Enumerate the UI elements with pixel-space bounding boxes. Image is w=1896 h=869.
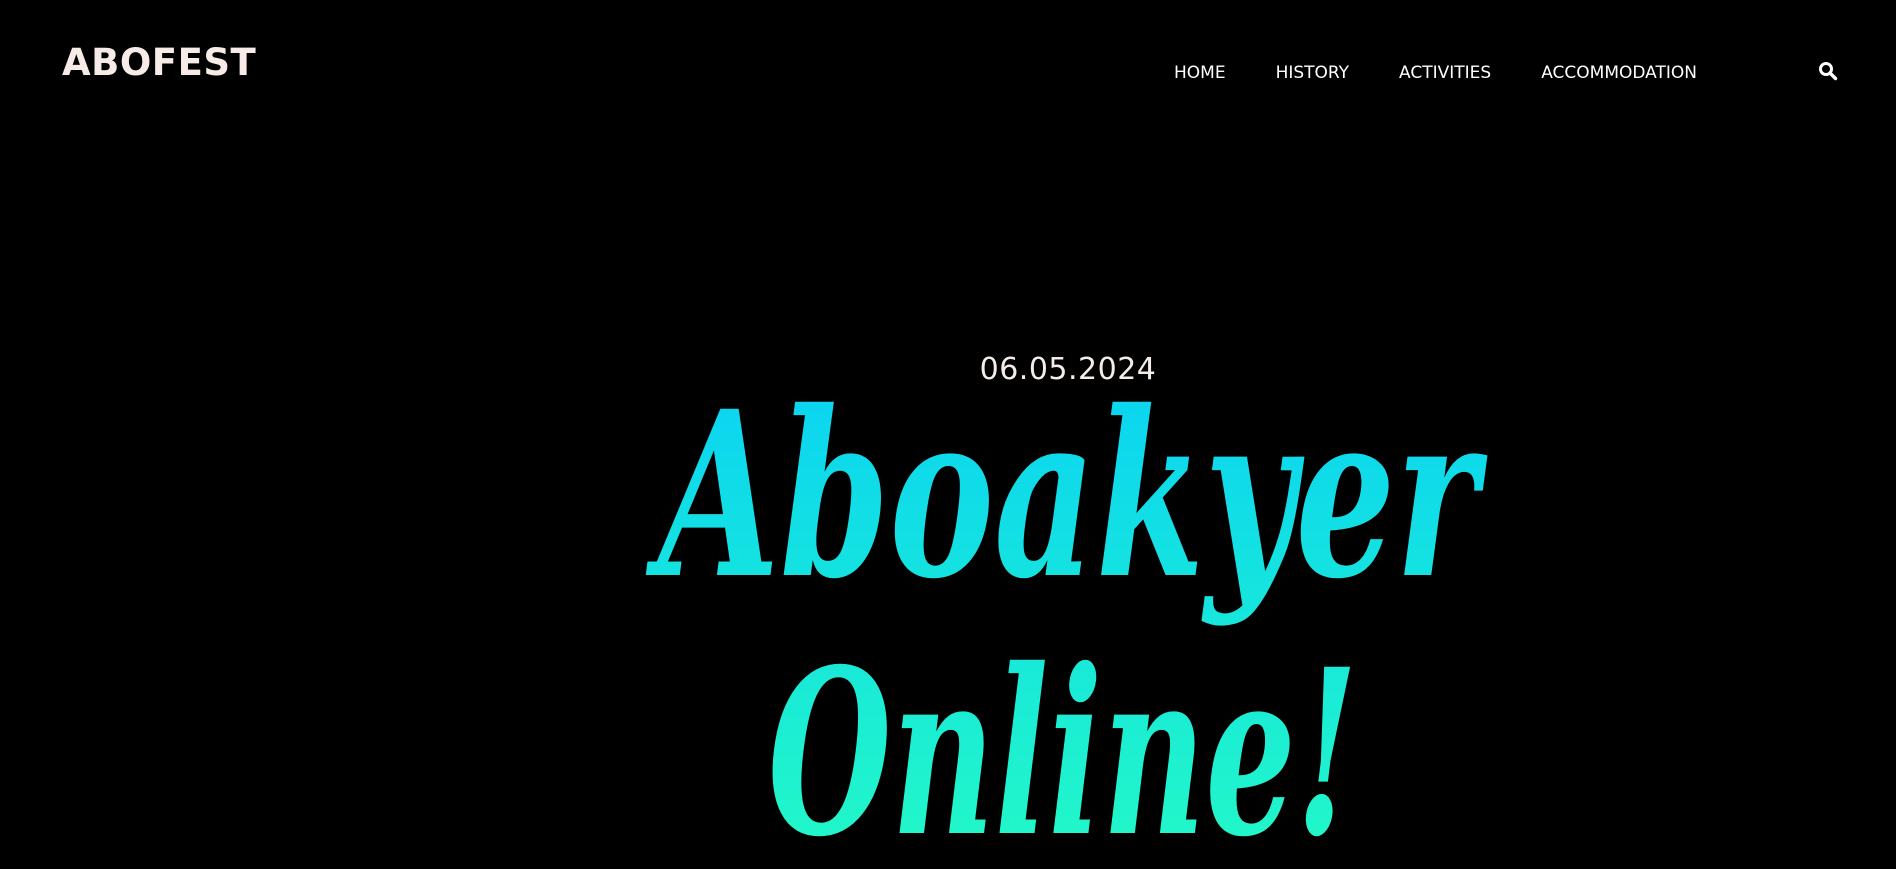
main-nav: HOME HISTORY ACTIVITIES ACCOMMODATION: [1174, 62, 1697, 84]
hero-title: Aboakyer Online!: [646, 361, 1488, 869]
nav-item-accommodation[interactable]: ACCOMMODATION: [1541, 62, 1697, 84]
site-header: ABOFEST HOME HISTORY ACTIVITIES ACCOMMOD…: [0, 0, 1896, 145]
search-icon[interactable]: [1818, 61, 1838, 81]
nav-item-activities[interactable]: ACTIVITIES: [1399, 62, 1491, 84]
hero-title-line1: Aboakyer: [646, 361, 1488, 629]
nav-item-history[interactable]: HISTORY: [1276, 62, 1349, 84]
nav-item-home[interactable]: HOME: [1174, 62, 1226, 84]
hero-section: 06.05.2024 Aboakyer Online!: [0, 145, 1896, 869]
hero-title-line2: Online!: [768, 619, 1358, 869]
site-logo[interactable]: ABOFEST: [62, 44, 256, 81]
